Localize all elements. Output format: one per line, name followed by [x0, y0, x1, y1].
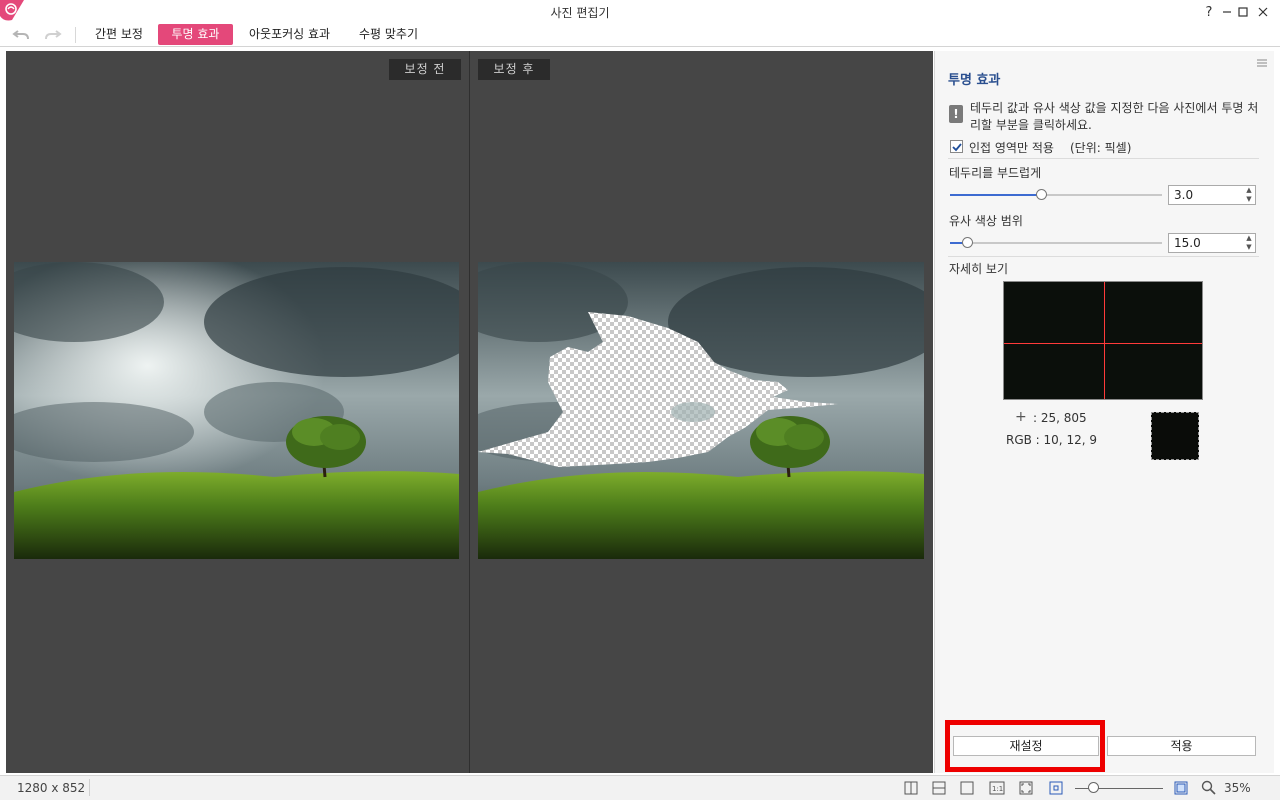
- similar-color-slider-thumb[interactable]: [961, 237, 973, 248]
- toolbar: 간편 보정 투명 효과 아웃포커싱 효과 수평 맞추기: [0, 24, 1280, 46]
- divider: [948, 158, 1259, 159]
- actual-size-icon[interactable]: 1:1: [989, 780, 1005, 796]
- undo-icon[interactable]: [10, 26, 32, 44]
- info-icon: !: [949, 105, 963, 123]
- similar-color-label: 유사 색상 범위: [949, 214, 1023, 228]
- canvas-divider: [469, 51, 470, 773]
- panel-title: 투명 효과: [948, 73, 1001, 88]
- adjacent-only-checkbox[interactable]: [950, 140, 963, 153]
- detail-preview: [1003, 281, 1203, 400]
- color-swatch: [1151, 412, 1199, 460]
- smooth-edges-input[interactable]: 3.0 ▲ ▼: [1168, 185, 1256, 205]
- info-text: 테두리 값과 유사 색상 값을 지정한 다음 사진에서 투명 처리할 부분을 클…: [970, 101, 1259, 132]
- reset-highlight-box: [945, 720, 1105, 772]
- spin-down-icon[interactable]: ▼: [1243, 195, 1255, 204]
- zoom-level: 35%: [1224, 781, 1251, 795]
- single-view-icon[interactable]: [959, 780, 975, 796]
- unit-label: (단위: 픽셀): [1070, 141, 1132, 155]
- similar-color-slider[interactable]: [950, 242, 1162, 244]
- toolbar-border: [0, 46, 1280, 47]
- zoom-out-icon[interactable]: [1048, 780, 1064, 796]
- close-button[interactable]: [1250, 2, 1276, 22]
- zoom-in-icon[interactable]: [1173, 780, 1189, 796]
- apply-button[interactable]: 적용: [1107, 736, 1256, 756]
- transparency-panel: [934, 51, 1274, 773]
- title-bar: 사진 편집기 ?: [0, 0, 1280, 24]
- rgb-readout: RGB : 10, 12, 9: [1006, 433, 1097, 447]
- toolbar-separator: [75, 27, 76, 43]
- after-label: 보정 후: [478, 59, 550, 80]
- tab-outfocusing-effect[interactable]: 아웃포커싱 효과: [237, 24, 342, 45]
- status-separator: [89, 779, 90, 796]
- redo-icon[interactable]: [42, 26, 64, 44]
- before-label: 보정 전: [389, 59, 461, 80]
- panel-menu-icon[interactable]: [1256, 58, 1268, 68]
- window-title: 사진 편집기: [550, 6, 610, 20]
- split-horizontal-icon[interactable]: [931, 780, 947, 796]
- magnifier-icon[interactable]: [1201, 780, 1217, 796]
- after-photo[interactable]: [478, 262, 924, 559]
- smooth-edges-label: 테두리를 부드럽게: [949, 166, 1042, 180]
- tab-transparency-effect[interactable]: 투명 효과: [158, 24, 233, 45]
- adjacent-only-label[interactable]: 인접 영역만 적용: [969, 139, 1054, 156]
- crosshair-horizontal: [1004, 343, 1202, 344]
- divider: [948, 256, 1259, 257]
- spin-up-icon[interactable]: ▲: [1243, 234, 1255, 243]
- before-photo[interactable]: [14, 262, 459, 559]
- smooth-edges-slider[interactable]: [950, 194, 1162, 196]
- fit-screen-icon[interactable]: [1018, 780, 1034, 796]
- image-size-label: 1280 x 852: [17, 781, 86, 795]
- tab-horizon-align[interactable]: 수평 맞추기: [347, 24, 430, 45]
- smooth-edges-slider-fill: [950, 194, 1042, 196]
- spin-down-icon[interactable]: ▼: [1243, 243, 1255, 252]
- zoom-slider-thumb[interactable]: [1087, 782, 1099, 793]
- coordinate-readout: : 25, 805: [1033, 411, 1087, 425]
- crosshair-icon: +: [1015, 409, 1027, 425]
- svg-text:1:1: 1:1: [992, 785, 1003, 793]
- tab-quick-correction[interactable]: 간편 보정: [83, 24, 155, 45]
- spin-up-icon[interactable]: ▲: [1243, 186, 1255, 195]
- detail-view-label: 자세히 보기: [949, 262, 1009, 276]
- smooth-edges-value[interactable]: 3.0: [1174, 188, 1193, 202]
- split-vertical-icon[interactable]: [903, 780, 919, 796]
- similar-color-value[interactable]: 15.0: [1174, 236, 1201, 250]
- crosshair-vertical: [1104, 282, 1105, 399]
- similar-color-input[interactable]: 15.0 ▲ ▼: [1168, 233, 1256, 253]
